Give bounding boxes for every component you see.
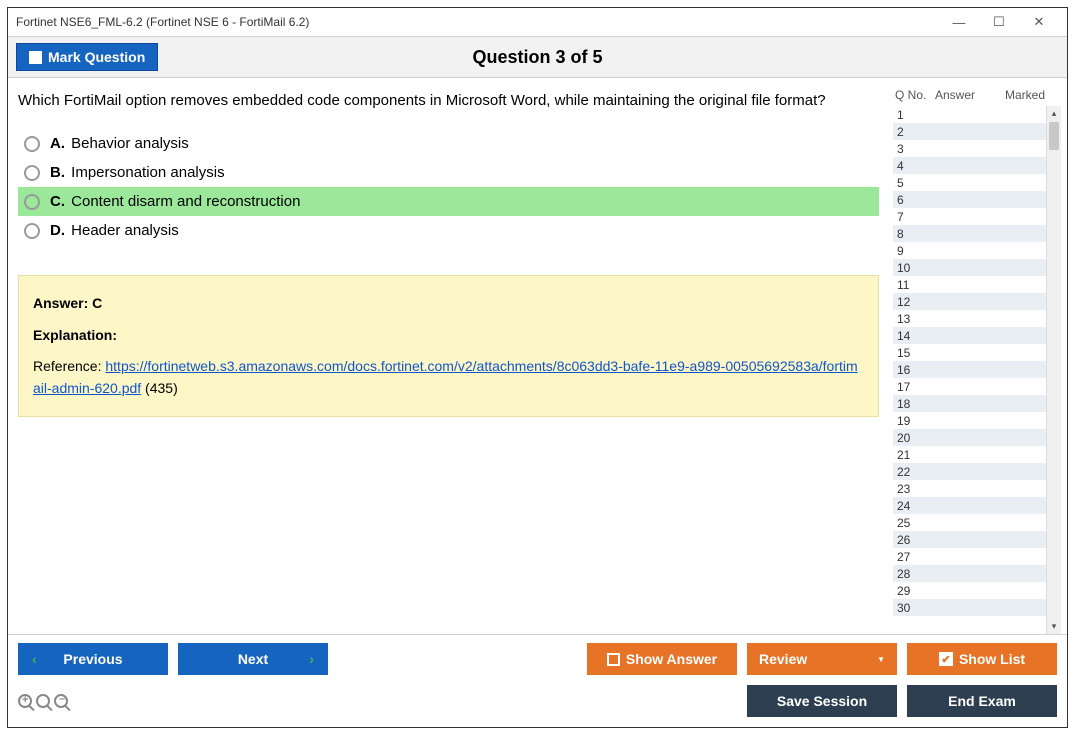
header-bar: Mark Question Question 3 of 5 [8, 36, 1067, 78]
save-session-button[interactable]: Save Session [747, 685, 897, 717]
question-row[interactable]: 21 [893, 446, 1061, 463]
question-row[interactable]: 15 [893, 344, 1061, 361]
previous-button[interactable]: ‹ Previous [18, 643, 168, 675]
question-row[interactable]: 14 [893, 327, 1061, 344]
question-row[interactable]: 22 [893, 463, 1061, 480]
reference-suffix: (435) [141, 380, 178, 396]
col-qno: Q No. [895, 88, 935, 102]
question-row[interactable]: 26 [893, 531, 1061, 548]
checkbox-icon [607, 653, 620, 666]
show-list-label: Show List [959, 651, 1025, 667]
minimize-button[interactable]: — [939, 11, 979, 33]
zoom-in-icon[interactable] [18, 694, 32, 708]
question-text: Which FortiMail option removes embedded … [18, 92, 879, 109]
close-button[interactable]: ✕ [1019, 11, 1059, 33]
question-row[interactable]: 13 [893, 310, 1061, 327]
option-text: C. Content disarm and reconstruction [50, 193, 300, 210]
main-panel: Which FortiMail option removes embedded … [8, 78, 889, 634]
question-row[interactable]: 29 [893, 582, 1061, 599]
option-c[interactable]: C. Content disarm and reconstruction [18, 187, 879, 216]
chevron-down-icon: ▼ [877, 655, 885, 664]
question-row[interactable]: 6 [893, 191, 1061, 208]
option-b[interactable]: B. Impersonation analysis [18, 158, 879, 187]
footer-row-1: ‹ Previous Next › Show Answer Review ▼ ✔… [18, 643, 1057, 675]
scroll-down-button[interactable]: ▾ [1047, 619, 1061, 634]
question-row[interactable]: 3 [893, 140, 1061, 157]
footer: ‹ Previous Next › Show Answer Review ▼ ✔… [8, 634, 1067, 727]
question-row[interactable]: 11 [893, 276, 1061, 293]
col-marked: Marked [995, 88, 1061, 102]
question-row[interactable]: 19 [893, 412, 1061, 429]
zoom-controls [18, 694, 68, 708]
next-label: Next [238, 651, 268, 667]
question-row[interactable]: 25 [893, 514, 1061, 531]
question-row[interactable]: 2 [893, 123, 1061, 140]
radio-icon [24, 223, 40, 239]
footer-row-2: Save Session End Exam [18, 685, 1057, 717]
radio-icon [24, 194, 40, 210]
question-row[interactable]: 7 [893, 208, 1061, 225]
sidebar-header: Q No. Answer Marked [893, 86, 1061, 106]
titlebar: Fortinet NSE6_FML-6.2 (Fortinet NSE 6 - … [8, 8, 1067, 36]
question-row[interactable]: 23 [893, 480, 1061, 497]
question-row[interactable]: 12 [893, 293, 1061, 310]
chevron-right-icon: › [309, 651, 314, 667]
question-row[interactable]: 16 [893, 361, 1061, 378]
next-button[interactable]: Next › [178, 643, 328, 675]
option-text: D. Header analysis [50, 222, 179, 239]
previous-label: Previous [63, 651, 122, 667]
chevron-left-icon: ‹ [32, 651, 37, 667]
answer-box: Answer: C Explanation: Reference: https:… [18, 275, 879, 417]
review-button[interactable]: Review ▼ [747, 643, 897, 675]
question-row[interactable]: 1 [893, 106, 1061, 123]
save-session-label: Save Session [777, 693, 867, 709]
question-row[interactable]: 28 [893, 565, 1061, 582]
question-row[interactable]: 5 [893, 174, 1061, 191]
answer-label: Answer: C [33, 292, 864, 314]
question-row[interactable]: 27 [893, 548, 1061, 565]
question-row[interactable]: 10 [893, 259, 1061, 276]
app-window: Fortinet NSE6_FML-6.2 (Fortinet NSE 6 - … [7, 7, 1068, 728]
reference-prefix: Reference: [33, 358, 105, 374]
review-label: Review [759, 651, 807, 667]
show-list-button[interactable]: ✔ Show List [907, 643, 1057, 675]
question-row[interactable]: 4 [893, 157, 1061, 174]
col-answer: Answer [935, 88, 995, 102]
maximize-button[interactable]: ☐ [979, 11, 1019, 33]
question-row[interactable]: 18 [893, 395, 1061, 412]
question-row[interactable]: 20 [893, 429, 1061, 446]
options-list: A. Behavior analysis B. Impersonation ana… [18, 129, 879, 245]
question-row[interactable]: 24 [893, 497, 1061, 514]
option-text: B. Impersonation analysis [50, 164, 225, 181]
end-exam-label: End Exam [948, 693, 1016, 709]
option-d[interactable]: D. Header analysis [18, 216, 879, 245]
zoom-out-icon[interactable] [54, 694, 68, 708]
show-answer-button[interactable]: Show Answer [587, 643, 737, 675]
scroll-thumb[interactable] [1049, 122, 1059, 150]
explanation-label: Explanation: [33, 324, 864, 346]
question-row[interactable]: 8 [893, 225, 1061, 242]
question-counter: Question 3 of 5 [472, 47, 602, 68]
question-row[interactable]: 9 [893, 242, 1061, 259]
question-row[interactable]: 17 [893, 378, 1061, 395]
checkbox-icon [29, 51, 42, 64]
scrollbar[interactable]: ▴ ▾ [1046, 106, 1061, 634]
option-a[interactable]: A. Behavior analysis [18, 129, 879, 158]
zoom-reset-icon[interactable] [36, 694, 50, 708]
radio-icon [24, 165, 40, 181]
show-answer-label: Show Answer [626, 651, 717, 667]
body: Which FortiMail option removes embedded … [8, 78, 1067, 634]
end-exam-button[interactable]: End Exam [907, 685, 1057, 717]
mark-question-label: Mark Question [48, 49, 145, 65]
check-icon: ✔ [939, 652, 953, 666]
option-text: A. Behavior analysis [50, 135, 189, 152]
sidebar: Q No. Answer Marked 12345678910111213141… [889, 78, 1067, 634]
radio-icon [24, 136, 40, 152]
mark-question-button[interactable]: Mark Question [16, 43, 158, 71]
question-list[interactable]: 1234567891011121314151617181920212223242… [893, 106, 1061, 634]
reference-line: Reference: https://fortinetweb.s3.amazon… [33, 355, 864, 400]
window-title: Fortinet NSE6_FML-6.2 (Fortinet NSE 6 - … [16, 15, 309, 29]
scroll-up-button[interactable]: ▴ [1047, 106, 1061, 121]
question-row[interactable]: 30 [893, 599, 1061, 616]
